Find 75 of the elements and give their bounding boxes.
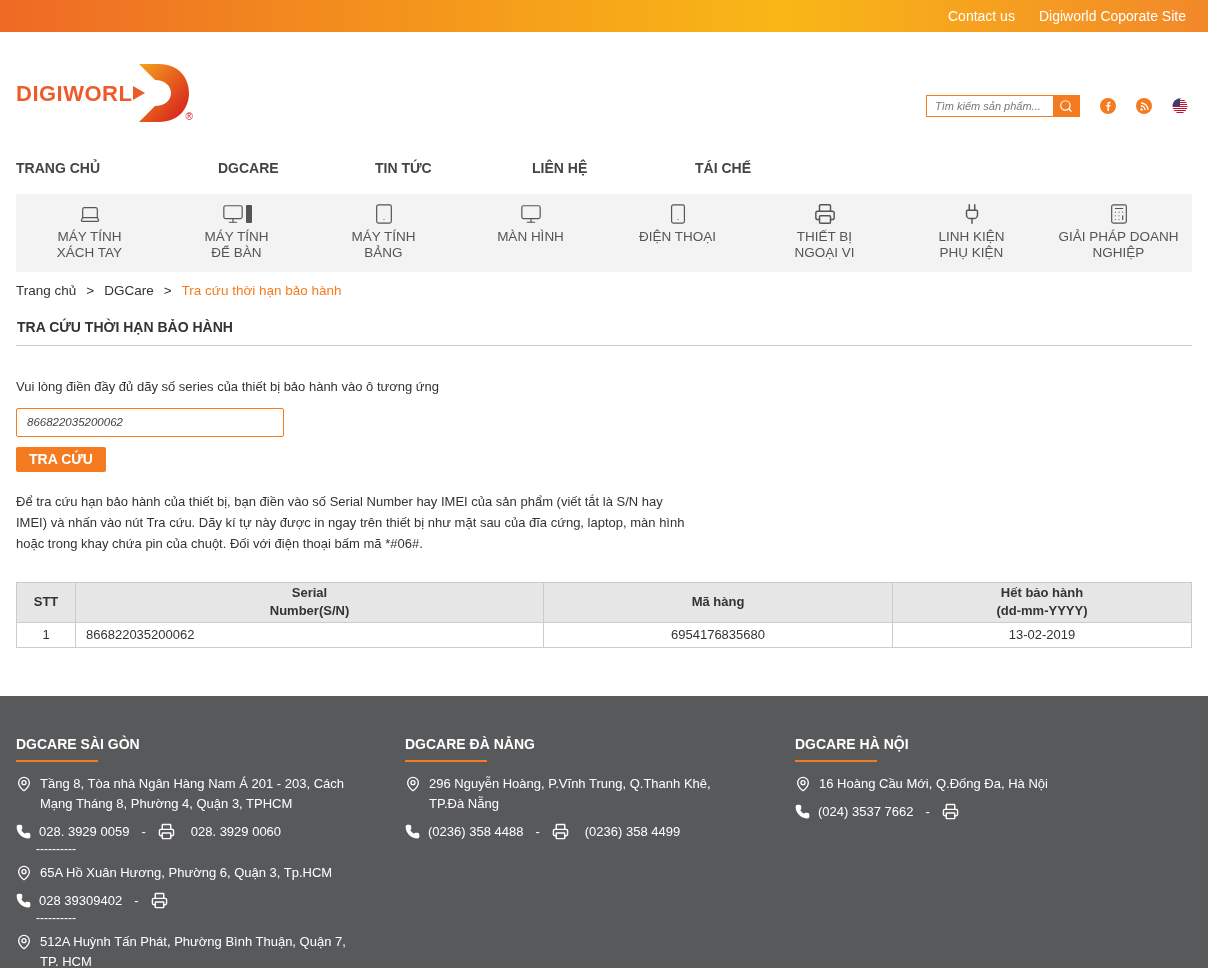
- category-link[interactable]: GIẢI PHÁP DOANH NGHIỆP: [1045, 194, 1192, 272]
- main-nav-link[interactable]: TIN TỨC: [375, 158, 532, 179]
- category-link[interactable]: THIẾT BỊ NGOẠI VI: [751, 194, 898, 272]
- table-cell: 6954176835680: [543, 622, 893, 647]
- search-button[interactable]: [1053, 96, 1079, 116]
- separator-text: ----------: [36, 911, 76, 925]
- instruction-text: Vui lòng điền đầy đủ dãy số series của thiết bị bảo hành vào ô tương ứng: [16, 378, 440, 396]
- search-field[interactable]: Tìm kiếm sản phẩm...: [926, 95, 1080, 117]
- table-cell: 866822035200062: [75, 622, 544, 647]
- address-text: Tầng 8, Tòa nhà Ngân Hàng Nam Á 201 - 203, Cách Mạng Tháng 8, Phường 4, Quận 3, TPHCM: [40, 774, 345, 813]
- logo-text: DIGIWORL: [16, 79, 133, 108]
- category-link[interactable]: ĐIỆN THOẠI: [604, 194, 751, 272]
- monitor-icon: [519, 203, 542, 225]
- main-nav-link[interactable]: LIÊN HỆ: [532, 158, 695, 179]
- dash-text: -: [140, 822, 147, 841]
- main-nav-link[interactable]: TÁI CHẾ: [695, 158, 815, 179]
- dash-text: -: [924, 802, 931, 821]
- main-nav-link[interactable]: TRANG CHỦ: [16, 158, 218, 179]
- desktop-computer-icon: [221, 203, 252, 225]
- fax-icon: [941, 802, 959, 820]
- phone-number: (0236) 358 4488: [428, 822, 524, 841]
- phone-number: 028 39309402: [39, 891, 123, 910]
- address-text: 16 Hoàng Cầu Mới, Q.Đống Đa, Hà Nội: [819, 774, 1048, 793]
- page-title: TRA CỨU THỜI HẠN BẢO HÀNH: [16, 317, 234, 337]
- fax-icon: [150, 891, 168, 909]
- serial-input[interactable]: 866822035200062: [16, 407, 284, 437]
- location-pin-icon: [16, 933, 32, 950]
- footer-heading: DGCARE ĐÀ NẴNG: [405, 734, 535, 754]
- table-header: Serial Number(S/N): [75, 582, 544, 622]
- logo-d-icon: [133, 62, 192, 124]
- registered-mark: ®: [185, 110, 193, 124]
- breadcrumb-link[interactable]: DGCare: [104, 280, 154, 302]
- main-nav-link[interactable]: DGCARE: [218, 158, 375, 179]
- table-cell: 13-02-2019: [892, 622, 1192, 647]
- category-link[interactable]: LINH KIỆN PHỤ KIỆN: [898, 194, 1045, 272]
- breadcrumb-separator: >: [86, 281, 95, 300]
- table-cell: 1: [16, 622, 76, 647]
- location-pin-icon: [405, 775, 421, 792]
- category-link[interactable]: MÁY TÍNH XÁCH TAY: [16, 194, 163, 272]
- phone-number: 028. 3929 0059: [39, 822, 130, 841]
- phone-icon: [16, 892, 31, 908]
- breadcrumb-separator: >: [163, 281, 172, 300]
- category-link[interactable]: MÀN HÌNH: [457, 194, 604, 272]
- table-header: Hết bảo hành (dd-mm-YYYY): [892, 582, 1192, 622]
- search-icon: [1059, 99, 1073, 113]
- phone-icon: [16, 823, 31, 839]
- flag-icon[interactable]: [1172, 98, 1188, 114]
- phone-icon: [795, 803, 810, 819]
- category-link[interactable]: MÁY TÍNH ĐỂ BÀN: [163, 194, 310, 272]
- fax-number: (0236) 358 4499: [584, 822, 681, 841]
- address-text: 512A Huỳnh Tấn Phát, Phường Bình Thuận, Quận 7, TP. HCM: [40, 932, 347, 968]
- location-pin-icon: [16, 775, 32, 792]
- location-pin-icon: [16, 864, 32, 881]
- location-pin-icon: [795, 775, 811, 792]
- footer-heading: DGCARE SÀI GÒN: [16, 734, 140, 754]
- fax-icon: [551, 822, 569, 840]
- address-text: 296 Nguyễn Hoàng, P.Vĩnh Trung, Q.Thanh Khê, TP.Đà Nẵng: [429, 774, 712, 813]
- table-header: Mã hàng: [543, 582, 893, 622]
- facebook-icon[interactable]: [1100, 98, 1116, 114]
- category-link[interactable]: MÁY TÍNH BẢNG: [310, 194, 457, 272]
- phone-icon: [405, 823, 420, 839]
- dash-text: -: [133, 891, 140, 910]
- separator-text: ----------: [36, 842, 76, 856]
- table-header: STT: [16, 582, 76, 622]
- fax-icon: [157, 822, 175, 840]
- fax-number: 028. 3929 0060: [190, 822, 282, 841]
- footer-heading: DGCARE HÀ NỘI: [795, 734, 909, 754]
- dash-text: -: [534, 822, 541, 841]
- help-text: Để tra cứu hạn bảo hành của thiết bị, bạn điền vào số Serial Number hay IMEI của sản phẩm (viết tắt là S/N hay IMEI) và nhấn vào nút Tra cứu. Dãy kí tự này được in ngay trên thiết bị như mặt sau của đĩa cứng, laptop, màn hình hoặc trong khay chứa pin của chuột. Đối với điện thoại bấm mã *#06#.: [16, 492, 686, 553]
- digiworld-logo[interactable]: DIGIWORL ®: [16, 62, 193, 124]
- printer-icon: [813, 203, 836, 225]
- breadcrumb-link[interactable]: Trang chủ: [16, 280, 77, 302]
- phone-number: (024) 3537 7662: [818, 802, 914, 821]
- address-text: 65A Hồ Xuân Hương, Phường 6, Quận 3, Tp.HCM: [40, 863, 333, 882]
- rss-icon[interactable]: [1136, 98, 1152, 114]
